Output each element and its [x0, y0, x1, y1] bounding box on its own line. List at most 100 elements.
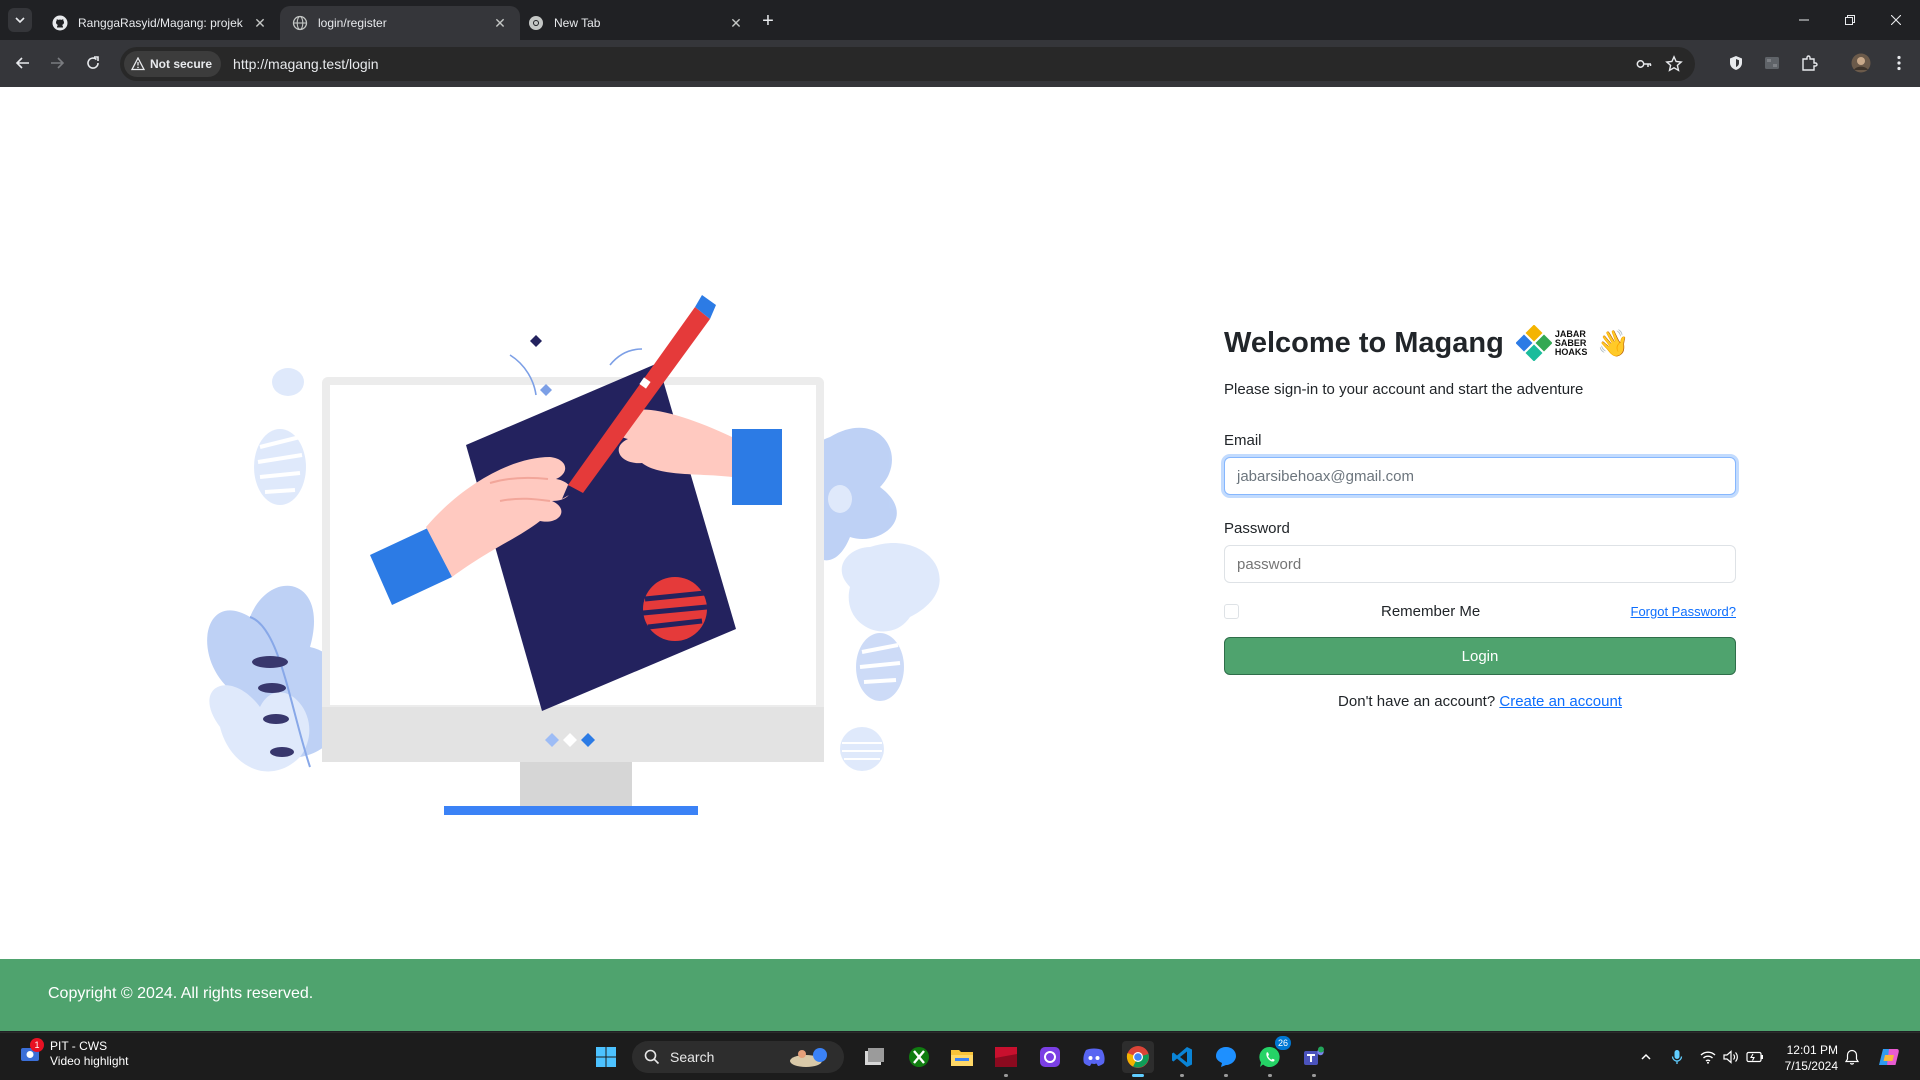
windows-taskbar: 1 PIT - CWS Video highlight Search 26 12…: [0, 1032, 1920, 1080]
restore-icon: [1845, 15, 1855, 25]
reload-button[interactable]: [80, 50, 106, 76]
password-field[interactable]: [1224, 545, 1736, 583]
system-clock[interactable]: 12:01 PM 7/15/2024: [1772, 1042, 1838, 1074]
whatsapp-unread-badge: 26: [1275, 1036, 1291, 1050]
chrome-icon: [528, 15, 544, 31]
chrome-icon: [1126, 1046, 1149, 1068]
clock-time: 12:01 PM: [1786, 1043, 1838, 1057]
taskbar-search[interactable]: Search: [632, 1041, 844, 1073]
whatsapp-icon: [1259, 1046, 1280, 1067]
tab-new-tab[interactable]: New Tab ✕: [516, 6, 756, 40]
bookmark-star-icon[interactable]: [1659, 49, 1689, 79]
warning-icon: [131, 57, 145, 71]
login-button[interactable]: Login: [1224, 637, 1736, 675]
browser-tab-strip: RanggaRasyid/Magang: projek ✕ login/regi…: [0, 0, 1920, 40]
extensions-puzzle-icon[interactable]: [1796, 50, 1822, 76]
vscode-app[interactable]: [1166, 1041, 1198, 1077]
teams-icon: [1304, 1046, 1324, 1065]
new-tab-button[interactable]: +: [756, 9, 780, 33]
discord-app[interactable]: [1078, 1041, 1110, 1073]
remember-me-label[interactable]: Remember Me: [1381, 603, 1480, 620]
xbox-app[interactable]: [903, 1041, 935, 1073]
page-title: Welcome to Magang: [1224, 326, 1504, 359]
red-app-icon: [995, 1047, 1017, 1067]
tab-title: New Tab: [554, 16, 601, 30]
task-view-button[interactable]: [858, 1041, 890, 1073]
close-tab-icon[interactable]: ✕: [492, 15, 508, 31]
running-indicator: [1180, 1074, 1184, 1077]
active-indicator: [1132, 1074, 1144, 1077]
page-subtitle: Please sign-in to your account and start…: [1224, 381, 1584, 398]
extension-icon[interactable]: [1759, 50, 1785, 76]
wifi-icon[interactable]: [1698, 1047, 1718, 1067]
close-window-button[interactable]: [1874, 0, 1918, 40]
signup-prompt-text: Don't have an account?: [1338, 693, 1496, 710]
file-explorer-app[interactable]: [946, 1041, 978, 1073]
whatsapp-app[interactable]: 26: [1254, 1036, 1291, 1077]
site-security-chip[interactable]: Not secure: [124, 51, 222, 77]
login-illustration: [207, 295, 940, 815]
arrow-right-icon: [51, 57, 65, 69]
profile-avatar[interactable]: [1848, 50, 1874, 76]
xbox-icon: [909, 1047, 929, 1067]
blue-app[interactable]: [1210, 1041, 1242, 1077]
microphone-icon[interactable]: [1667, 1047, 1687, 1067]
windows-logo-icon: [596, 1047, 616, 1067]
striped-circle: [642, 577, 708, 641]
start-button[interactable]: [590, 1041, 622, 1073]
notification-bell-icon[interactable]: [1842, 1047, 1862, 1067]
running-indicator: [1268, 1074, 1272, 1077]
discord-icon: [1083, 1048, 1105, 1066]
copyright-text: Copyright © 2024. All rights reserved.: [48, 985, 314, 1002]
back-button[interactable]: [10, 50, 36, 76]
minimize-button[interactable]: [1782, 0, 1826, 40]
minimize-icon: [1799, 19, 1809, 21]
notification-badge: 1: [30, 1038, 44, 1052]
tab-login-register[interactable]: login/register ✕: [280, 6, 520, 40]
battery-icon[interactable]: [1745, 1047, 1765, 1067]
teams-app[interactable]: [1298, 1041, 1330, 1077]
search-icon: [644, 1049, 660, 1065]
remember-me-checkbox[interactable]: [1224, 603, 1239, 619]
folder-icon: [951, 1050, 973, 1066]
chrome-menu-button[interactable]: [1886, 50, 1912, 76]
show-hidden-icons-button[interactable]: [1636, 1047, 1656, 1067]
email-field[interactable]: jabarsibehoax@gmail.com: [1224, 457, 1736, 495]
restore-button[interactable]: [1828, 0, 1872, 40]
forgot-password-link[interactable]: Forgot Password?: [1631, 604, 1737, 619]
purple-app-icon: [1040, 1047, 1060, 1067]
purple-app[interactable]: [1034, 1041, 1066, 1073]
tab-github[interactable]: RanggaRasyid/Magang: projek ✕: [40, 6, 280, 40]
blue-app-icon: [1216, 1047, 1236, 1067]
close-tab-icon[interactable]: ✕: [728, 15, 744, 31]
clock-date: 7/15/2024: [1784, 1059, 1838, 1073]
widgets-notification[interactable]: 1 PIT - CWS Video highlight: [16, 1038, 129, 1069]
sports-widget-icon: 1: [16, 1038, 44, 1068]
arrow-left-icon: [15, 57, 29, 69]
address-bar[interactable]: Not secure http://magang.test/login: [120, 47, 1695, 81]
tab-title: login/register: [318, 16, 387, 30]
task-view-icon: [865, 1048, 884, 1065]
forward-button[interactable]: [44, 50, 70, 76]
email-value: jabarsibehoax@gmail.com: [1237, 467, 1414, 485]
github-icon: [52, 15, 68, 31]
copilot-icon[interactable]: [1876, 1047, 1902, 1067]
chrome-app[interactable]: [1122, 1041, 1154, 1077]
tab-search-button[interactable]: [8, 8, 32, 32]
running-indicator: [1004, 1074, 1008, 1077]
shield-extension-icon[interactable]: [1723, 50, 1749, 76]
browser-toolbar: Not secure http://magang.test/login: [0, 40, 1920, 87]
close-tab-icon[interactable]: ✕: [252, 15, 268, 31]
create-account-link[interactable]: Create an account: [1499, 693, 1622, 710]
globe-icon: [292, 15, 308, 31]
url-text[interactable]: http://magang.test/login: [233, 56, 1629, 72]
jabar-saber-hoaks-logo: JABAR SABER HOAKS: [1515, 325, 1587, 361]
red-app[interactable]: [990, 1041, 1022, 1077]
running-indicator: [1312, 1074, 1316, 1077]
signup-prompt: Don't have an account? Create an account: [1224, 693, 1736, 710]
password-key-icon[interactable]: [1629, 49, 1659, 79]
widget-title: PIT - CWS: [50, 1039, 108, 1053]
search-highlight-icon: [790, 1048, 827, 1067]
vscode-icon: [1172, 1047, 1192, 1067]
volume-icon[interactable]: [1721, 1047, 1741, 1067]
